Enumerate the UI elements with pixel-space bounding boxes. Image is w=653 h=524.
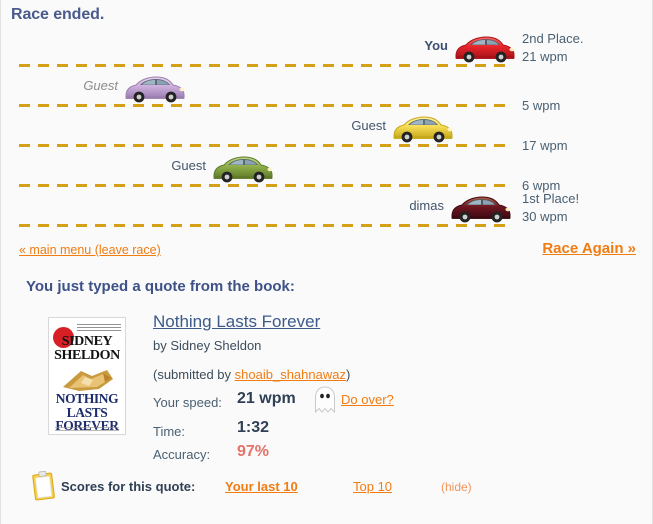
lane-road-dashes	[19, 104, 511, 107]
lane-car	[211, 155, 275, 185]
quote-section-heading: You just typed a quote from the book:	[26, 278, 295, 295]
your-last-10-link[interactable]: Your last 10	[225, 479, 298, 494]
book-author-label: by Sidney Sheldon	[153, 338, 262, 353]
race-lane: Guest 6 wpm	[1, 148, 653, 193]
time-label: Time:	[153, 424, 186, 439]
lane-place-label: 2nd Place.	[522, 31, 584, 46]
lane-player-name: Guest	[171, 158, 206, 173]
submitted-prefix: (submitted by	[153, 367, 235, 382]
accuracy-label: Accuracy:	[153, 447, 211, 462]
race-again-button[interactable]: Race Again »	[542, 240, 636, 257]
top-10-link[interactable]: Top 10	[353, 479, 392, 494]
book-cover-image[interactable]: SIDNEY SHELDON NOTHING LASTS FOREVER	[48, 317, 126, 435]
speed-label: Your speed:	[153, 395, 222, 410]
accuracy-value: 97%	[237, 443, 270, 460]
lane-car	[391, 115, 455, 145]
speed-value: 21 wpm	[237, 390, 296, 407]
lane-car	[449, 195, 513, 225]
race-lane: dimas 1st Place! 30 wpm	[1, 188, 653, 228]
lane-player-name: dimas	[409, 198, 444, 213]
lane-player-name: Guest	[83, 78, 118, 93]
hide-scores-link[interactable]: (hide)	[441, 480, 472, 494]
cover-footer-lines	[55, 427, 119, 431]
main-menu-link[interactable]: « main menu (leave race)	[19, 243, 161, 257]
notepad-icon	[32, 470, 55, 501]
lane-car	[453, 35, 517, 65]
car-icon	[451, 196, 511, 223]
lane-wpm-label: 21 wpm	[522, 49, 568, 64]
race-track: You 2nd Place. 21 wpm Guest 5 wpm Guest …	[1, 28, 653, 236]
race-lane: You 2nd Place. 21 wpm	[1, 28, 653, 68]
lane-player-name: You	[424, 38, 448, 53]
ghost-icon[interactable]	[312, 385, 338, 415]
car-icon	[213, 156, 273, 183]
page-title: Race ended.	[11, 6, 105, 23]
cover-blurb-lines	[77, 324, 121, 333]
book-title-link[interactable]: Nothing Lasts Forever	[153, 312, 320, 332]
race-result-page: Race ended. You 2nd Place. 21 wpm Guest	[0, 0, 653, 524]
race-lane: Guest 17 wpm	[1, 108, 653, 153]
cover-author-text: SIDNEY SHELDON	[54, 334, 120, 363]
lane-road-dashes	[19, 64, 511, 67]
time-value: 1:32	[237, 419, 270, 436]
car-icon	[393, 116, 453, 143]
lane-stats: 1st Place! 30 wpm	[522, 190, 642, 226]
cover-artwork	[63, 370, 113, 391]
lane-road-dashes	[19, 224, 511, 227]
lane-wpm-label: 30 wpm	[522, 209, 568, 224]
submitted-by-line: (submitted by shoaib_shahnawaz)	[153, 367, 350, 382]
lane-player-name: Guest	[351, 118, 386, 133]
do-over-link[interactable]: Do over?	[341, 392, 394, 407]
car-icon	[125, 76, 185, 103]
race-links-row: « main menu (leave race) Race Again »	[1, 240, 653, 268]
lane-car	[123, 75, 187, 105]
scores-label: Scores for this quote:	[61, 479, 196, 494]
submitted-suffix: )	[345, 367, 351, 382]
race-lane: Guest 5 wpm	[1, 68, 653, 113]
car-icon	[455, 36, 515, 63]
submitter-link[interactable]: shoaib_shahnawaz	[235, 367, 346, 382]
lane-stats: 2nd Place. 21 wpm	[522, 30, 642, 66]
lane-place-label: 1st Place!	[522, 191, 580, 206]
